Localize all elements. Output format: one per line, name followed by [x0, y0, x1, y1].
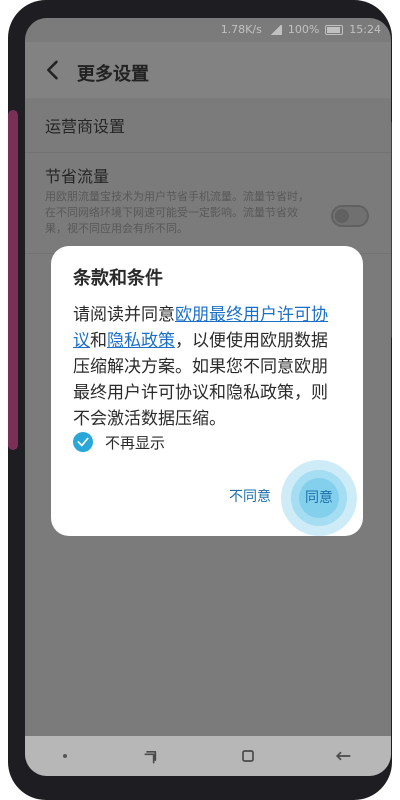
agree-button-wrap: 同意 — [281, 460, 357, 536]
dialog-title: 条款和条件 — [73, 268, 163, 289]
disagree-button[interactable]: 不同意 — [229, 486, 271, 506]
dialog-buttons: 不同意 同意 — [51, 460, 363, 536]
agree-button[interactable]: 同意 — [281, 487, 357, 507]
privacy-policy-link[interactable]: 隐私政策 — [107, 331, 175, 351]
screen: 1.78K/s 100% 15:24 更多设置 运营商设置 节省流量 用欧朋流量… — [25, 18, 391, 776]
nav-bar — [25, 736, 391, 776]
dot-icon — [62, 754, 67, 758]
dialog-body: 请阅读并同意欧朋最终用户许可协议和隐私政策，以便使用欧朋数据压缩解决方案。如果您… — [73, 302, 343, 432]
phone-frame: 1.78K/s 100% 15:24 更多设置 运营商设置 节省流量 用欧朋流量… — [8, 0, 392, 800]
recent-apps-icon[interactable] — [142, 746, 162, 766]
terms-dialog: 条款和条件 请阅读并同意欧朋最终用户许可协议和隐私政策，以便使用欧朋数据压缩解决… — [51, 246, 363, 536]
dont-show-again-checkbox[interactable] — [73, 432, 93, 452]
dont-show-again-row[interactable]: 不再显示 — [73, 430, 165, 454]
home-icon[interactable] — [238, 746, 258, 766]
dialog-body-prefix: 请阅读并同意 — [73, 305, 175, 325]
back-arrow-icon[interactable] — [333, 746, 353, 766]
dont-show-again-label: 不再显示 — [105, 433, 166, 452]
dialog-body-and: 和 — [90, 331, 107, 351]
phone-edge-left — [8, 110, 18, 450]
